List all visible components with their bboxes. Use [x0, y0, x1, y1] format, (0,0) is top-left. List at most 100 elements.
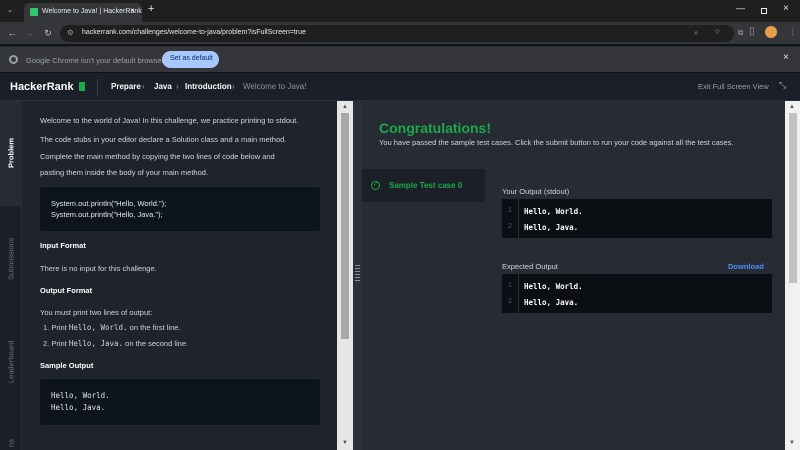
result-subtitle: You have passed the sample test cases. C…: [379, 138, 734, 147]
line-number: 2: [508, 298, 512, 305]
scrollbar-thumb[interactable]: [341, 113, 349, 339]
scroll-up-icon[interactable]: ▲: [789, 104, 795, 110]
code-line: System.out.println("Hello, Java.");: [51, 210, 163, 219]
url-text[interactable]: hackerrank.com/challenges/welcome-to-jav…: [82, 29, 306, 36]
expected-line: Hello, World.: [524, 282, 583, 291]
chevron-right-icon: ›: [142, 82, 145, 91]
output-line: Hello, Java.: [524, 223, 579, 232]
line-number: 1: [508, 282, 512, 289]
sample-output-line: Hello, Java.: [51, 403, 106, 412]
browser-tab[interactable]: Welcome to Java! | HackerRank ×: [24, 3, 142, 22]
header-divider: [97, 79, 98, 95]
line-number-gutter: [502, 274, 519, 313]
breadcrumb-java[interactable]: Java: [154, 82, 172, 91]
collapse-icon[interactable]: ⤡: [779, 80, 786, 91]
problem-pane: Welcome to the world of Java! In this ch…: [22, 101, 337, 450]
tab-submissions-label: Submissions: [6, 237, 16, 281]
drag-grip-icon[interactable]: [355, 265, 360, 283]
set-default-button[interactable]: Set as default: [162, 51, 219, 68]
tab-close-icon[interactable]: ×: [130, 6, 135, 15]
problem-desc-line: Complete the main method by copying the …: [40, 152, 275, 161]
sample-output-heading: Sample Output: [40, 361, 94, 370]
test-case-tab[interactable]: ✓ Sample Test case 0: [362, 169, 485, 202]
problem-desc-line: The code stubs in your editor declare a …: [40, 135, 287, 144]
sidepanel-icon[interactable]: ▯: [749, 26, 755, 37]
bookmark-star-icon[interactable]: ☆: [714, 27, 721, 36]
expected-line: Hello, Java.: [524, 298, 579, 307]
side-tabs: Problem Submissions Leaderboard ns: [0, 101, 22, 450]
expected-output-box: 1 Hello, World. 2 Hello, Java.: [502, 274, 772, 313]
exit-fullscreen-link[interactable]: Exit Full Screen View: [698, 82, 769, 91]
tab-problem[interactable]: Problem: [0, 131, 22, 175]
restore-icon[interactable]: [761, 8, 767, 14]
reload-icon[interactable]: ↻: [42, 28, 54, 38]
breadcrumb-prepare[interactable]: Prepare: [111, 82, 141, 91]
code-snippet-box: System.out.println("Hello, World."); Sys…: [40, 187, 320, 231]
tab-problem-label: Problem: [6, 138, 16, 169]
tab-leaderboard-label: Leaderboard: [6, 340, 16, 384]
tab-title: Welcome to Java! | HackerRank: [42, 8, 142, 15]
sample-output-box: Hello, World. Hello, Java.: [40, 379, 320, 425]
list-number: 2.: [43, 339, 50, 348]
scroll-up-icon[interactable]: ▲: [342, 104, 348, 110]
line-number: 2: [508, 223, 512, 230]
chevron-right-icon: ›: [176, 82, 179, 91]
output-format-text: You must print two lines of output:: [40, 308, 153, 317]
close-window-icon[interactable]: ×: [783, 3, 789, 14]
list-number: 1.: [43, 323, 50, 332]
download-link[interactable]: Download: [728, 262, 764, 271]
line-number-gutter: [502, 199, 519, 238]
set-default-label: Set as default: [170, 55, 213, 62]
breadcrumb-current: Welcome to Java!: [243, 82, 307, 91]
forward-icon[interactable]: →: [24, 28, 36, 38]
your-output-box: 1 Hello, World. 2 Hello, Java.: [502, 199, 772, 238]
tab-submissions[interactable]: Submissions: [0, 229, 22, 289]
output-format-heading: Output Format: [40, 286, 93, 295]
sample-output-line: Hello, World.: [51, 391, 110, 400]
output-line: Hello, World.: [524, 207, 583, 216]
infobar-close-icon[interactable]: ×: [783, 52, 789, 63]
extensions-icon[interactable]: ⧉: [738, 28, 743, 38]
output-list-item: 1. Print Hello, World. on the first line…: [43, 323, 181, 332]
logo-mark-icon: [79, 82, 85, 91]
scroll-down-icon[interactable]: ▼: [342, 440, 348, 446]
pane-resize-handle[interactable]: [353, 101, 362, 450]
problem-scrollbar[interactable]: ▲ ▼: [337, 101, 353, 450]
tab-discussions-label: ns: [6, 439, 16, 447]
zoom-icon[interactable]: ⌕: [694, 28, 698, 38]
line-number: 1: [508, 207, 512, 214]
congratulations-title: Congratulations!: [379, 120, 491, 136]
code-line: System.out.println("Hello, World.");: [51, 199, 167, 208]
list-text: Print: [51, 323, 69, 332]
menu-kebab-icon[interactable]: ⋮: [789, 27, 797, 36]
problem-desc-line: pasting them inside the body of your mai…: [40, 168, 209, 177]
breadcrumb-introduction[interactable]: Introduction: [185, 82, 232, 91]
site-info-icon[interactable]: ⚙: [67, 28, 74, 37]
problem-intro: Welcome to the world of Java! In this ch…: [40, 116, 299, 125]
profile-avatar[interactable]: [765, 26, 777, 38]
browser-tab-bar: ⌄ Welcome to Java! | HackerRank × + — ×: [0, 0, 800, 22]
infobar-message: Google Chrome isn't your default browser: [26, 56, 165, 65]
address-bar[interactable]: ⚙ hackerrank.com/challenges/welcome-to-j…: [60, 25, 734, 42]
result-pane: Congratulations! You have passed the sam…: [362, 101, 800, 450]
list-text: on the first line.: [127, 323, 181, 332]
back-icon[interactable]: ←: [6, 28, 18, 38]
scroll-down-icon[interactable]: ▼: [789, 440, 795, 446]
test-case-label: Sample Test case 0: [389, 181, 463, 190]
tab-search-icon[interactable]: ⌄: [4, 6, 16, 16]
minimize-icon[interactable]: —: [736, 3, 745, 13]
scrollbar-thumb[interactable]: [789, 113, 797, 283]
output-list-item: 2. Print Hello, Java. on the second line…: [43, 339, 188, 348]
hackerrank-logo[interactable]: HackerRank: [10, 81, 74, 93]
tab-discussions[interactable]: ns: [0, 436, 22, 450]
favicon-icon: [30, 8, 38, 16]
tab-leaderboard[interactable]: Leaderboard: [0, 333, 22, 391]
new-tab-icon[interactable]: +: [148, 3, 154, 15]
chrome-logo-icon: [9, 55, 18, 64]
default-browser-infobar: Google Chrome isn't your default browser…: [0, 46, 800, 72]
page-scrollbar[interactable]: ▲ ▼: [785, 101, 800, 450]
input-format-heading: Input Format: [40, 241, 86, 250]
chevron-right-icon: ›: [232, 82, 235, 91]
expected-output-label: Expected Output: [502, 262, 558, 271]
input-format-text: There is no input for this challenge.: [40, 264, 157, 273]
